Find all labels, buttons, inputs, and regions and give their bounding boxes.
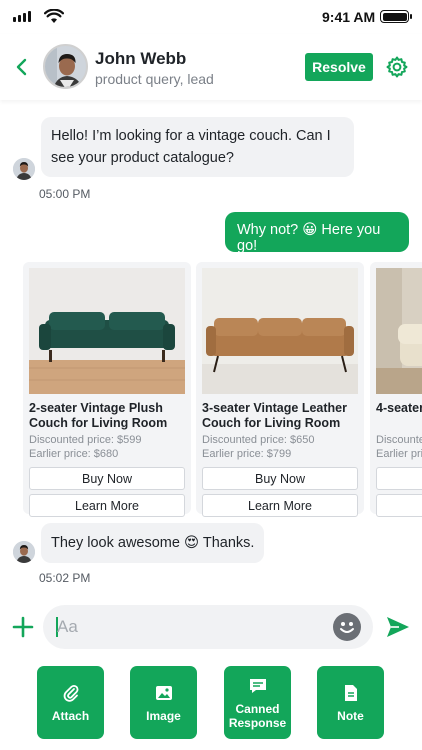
gear-icon[interactable]	[385, 55, 409, 79]
avatar[interactable]	[43, 44, 88, 89]
note-button[interactable]: Note	[317, 666, 384, 739]
canned-response-icon	[249, 678, 266, 693]
sender-avatar	[13, 158, 35, 180]
discounted-price: Discounted price: $650	[202, 434, 315, 446]
discounted-price: Discounte	[376, 434, 422, 446]
contact-name: John Webb	[95, 49, 187, 68]
product-card: 4-seater Couch fo Discounte Earlier pri	[370, 262, 422, 517]
wifi-icon	[44, 9, 64, 23]
learn-more-button[interactable]: Learn More	[202, 494, 358, 517]
message-input[interactable]	[57, 612, 327, 642]
message-text: Why not? 😀 Here you go!	[237, 222, 381, 254]
attach-label: Attach	[51, 708, 90, 723]
attach-button[interactable]: Attach	[37, 666, 104, 739]
image-button[interactable]: Image	[130, 666, 197, 739]
canned-response-label: Canned Response	[228, 701, 287, 730]
chat-header: John Webb product query, lead Resolve	[0, 34, 422, 100]
earlier-price: Earlier pri	[376, 448, 422, 460]
product-title: 2-seater Vintage Plush Couch for Living …	[29, 401, 168, 430]
status-bar: 9:41 AM	[0, 0, 422, 34]
emoji-icon[interactable]	[333, 613, 361, 641]
contact-subtitle: product query, lead	[95, 71, 214, 87]
incoming-message: They look awesome 😍 Thanks.	[41, 523, 265, 563]
product-image	[202, 268, 358, 394]
earlier-price: Earlier price: $680	[29, 448, 119, 460]
incoming-message: Hello! I’m looking for a vintage couch. …	[41, 117, 354, 177]
buy-now-button[interactable]: Buy Now	[202, 467, 358, 490]
learn-more-button[interactable]	[376, 494, 422, 517]
image-icon	[155, 685, 172, 700]
buy-now-button[interactable]	[376, 467, 422, 490]
message-text: Hello! I’m looking for a vintage couch. …	[51, 128, 331, 166]
product-image	[29, 268, 185, 394]
battery-icon	[380, 10, 412, 23]
outgoing-message: Why not? 😀 Here you go!	[225, 212, 409, 254]
message-text: They look awesome 😍 Thanks.	[51, 535, 255, 551]
product-title: 4-seater Couch fo	[376, 401, 422, 415]
plus-icon[interactable]	[11, 615, 35, 639]
learn-more-button[interactable]: Learn More	[29, 494, 185, 517]
image-label: Image	[146, 708, 181, 723]
message-timestamp: 05:02 PM	[39, 571, 91, 585]
note-label: Note	[337, 708, 364, 723]
product-title: 3-seater Vintage Leather Couch for Livin…	[202, 401, 347, 430]
send-icon[interactable]	[385, 614, 411, 640]
product-card: 2-seater Vintage Plush Couch for Living …	[23, 262, 191, 517]
discounted-price: Discounted price: $599	[29, 434, 142, 446]
earlier-price: Earlier price: $799	[202, 448, 292, 460]
paperclip-icon	[63, 684, 78, 702]
chevron-left-icon[interactable]	[10, 55, 34, 79]
message-composer	[43, 605, 373, 649]
status-time: 9:41 AM	[322, 9, 376, 25]
product-image	[376, 268, 422, 394]
message-timestamp: 05:00 PM	[39, 187, 91, 201]
sender-avatar	[13, 541, 35, 563]
product-carousel[interactable]: 2-seater Vintage Plush Couch for Living …	[0, 262, 422, 520]
note-icon	[344, 684, 357, 701]
buy-now-button[interactable]: Buy Now	[29, 467, 185, 490]
resolve-button[interactable]: Resolve	[305, 53, 373, 81]
canned-response-button[interactable]: Canned Response	[224, 666, 291, 739]
signal-icon	[13, 11, 31, 22]
product-card: 3-seater Vintage Leather Couch for Livin…	[196, 262, 364, 517]
